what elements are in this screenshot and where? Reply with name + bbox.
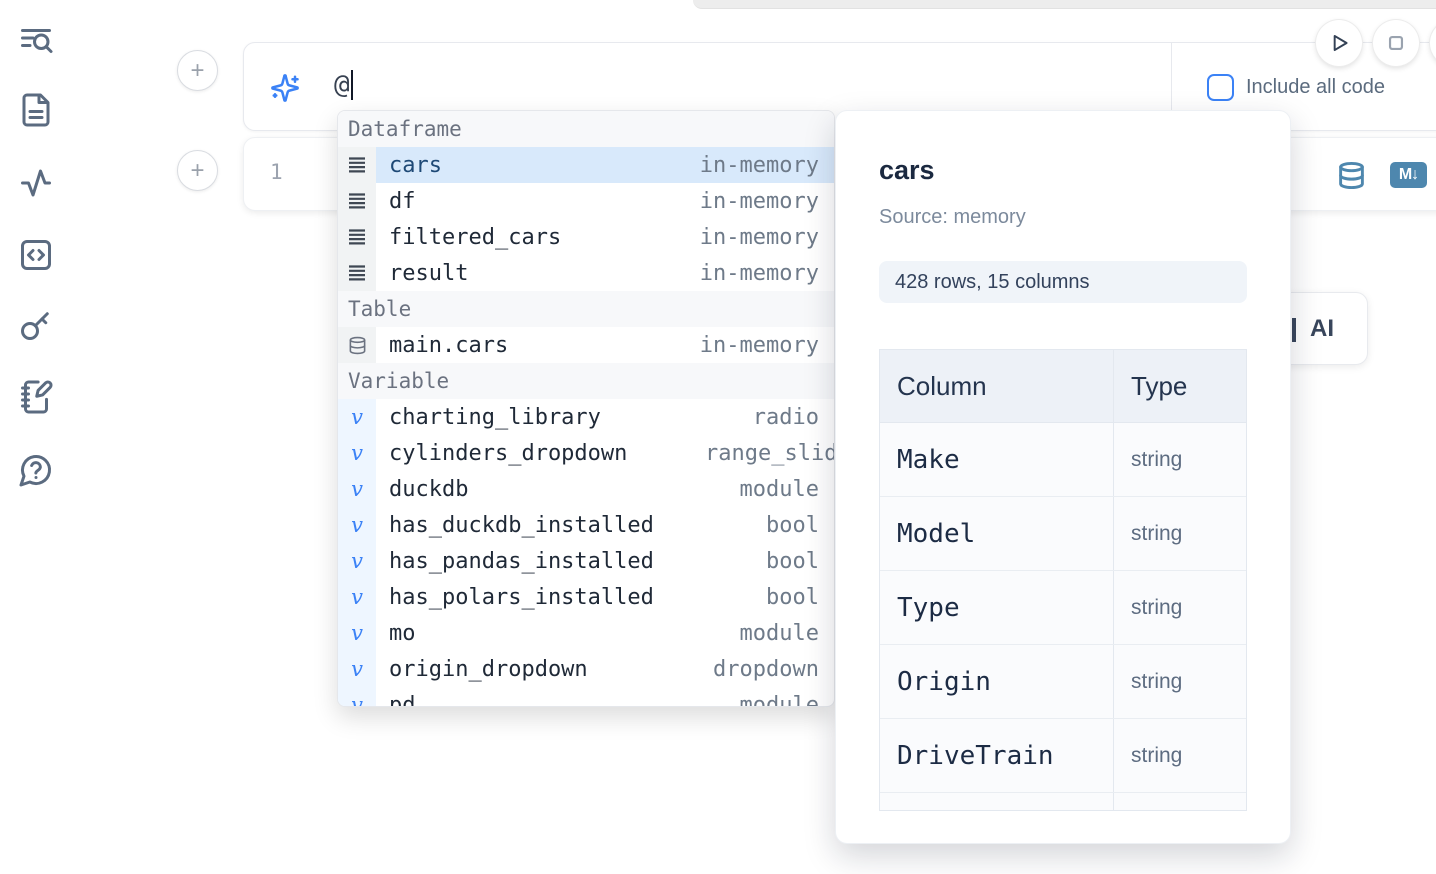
italic-v-icon: v	[338, 471, 376, 507]
autocomplete-item-cars[interactable]: carsin-memory	[338, 147, 834, 183]
preview-title: cars	[879, 155, 935, 186]
autocomplete-item-has-duckdb-installed[interactable]: v has_duckdb_installedbool	[338, 507, 834, 543]
schema-row-model: Model string	[880, 497, 1246, 571]
markdown-convert-icon[interactable]: M↓	[1390, 162, 1427, 188]
prompt-text: @	[334, 70, 350, 100]
italic-v-icon: v	[338, 507, 376, 543]
run-all-button[interactable]	[1316, 20, 1362, 66]
key-icon[interactable]	[18, 307, 54, 343]
help-circle-icon[interactable]	[18, 452, 54, 488]
activity-icon[interactable]	[18, 165, 54, 201]
autocomplete-item-main-cars[interactable]: main.carsin-memory	[338, 327, 834, 363]
section-header-dataframe: Dataframe	[338, 111, 834, 147]
schema-row-make: Make string	[880, 423, 1246, 497]
schema-header-row: Column Type	[880, 350, 1246, 423]
previous-cell-edge	[693, 0, 1436, 9]
italic-v-icon: v	[338, 615, 376, 651]
list-search-icon[interactable]	[18, 23, 54, 59]
schema-row-drivetrain: DriveTrain string	[880, 719, 1246, 793]
play-icon	[1326, 30, 1352, 56]
file-text-icon[interactable]	[18, 92, 54, 128]
stop-icon	[1383, 30, 1409, 56]
autocomplete-item-has-polars-installed[interactable]: v has_polars_installedbool	[338, 579, 834, 615]
rows-icon	[338, 147, 376, 183]
ai-button-label: AI	[1310, 315, 1334, 343]
type-header: Type	[1113, 350, 1246, 422]
schema-row-type: Type string	[880, 571, 1246, 645]
dataframe-preview-popup: cars Source: memory 428 rows, 15 columns…	[835, 110, 1291, 844]
autocomplete-item-filtered-cars[interactable]: filtered_carsin-memory	[338, 219, 834, 255]
autocomplete-item-origin-dropdown[interactable]: v origin_dropdowndropdown	[338, 651, 834, 687]
schema-row-origin: Origin string	[880, 645, 1246, 719]
italic-v-icon: v	[338, 435, 376, 471]
italic-v-icon: v	[338, 399, 376, 435]
add-cell-button-bottom[interactable]: +	[177, 150, 218, 191]
italic-v-icon: v	[338, 687, 376, 707]
rows-icon	[338, 183, 376, 219]
stop-button[interactable]	[1373, 20, 1419, 66]
autocomplete-item-result[interactable]: resultin-memory	[338, 255, 834, 291]
preview-source: Source: memory	[879, 206, 1026, 229]
rows-icon	[338, 255, 376, 291]
database-icon	[338, 327, 376, 363]
section-header-variable: Variable	[338, 363, 834, 399]
add-cell-button-top[interactable]: +	[177, 50, 218, 91]
text-cursor	[351, 70, 353, 100]
autocomplete-item-df[interactable]: dfin-memory	[338, 183, 834, 219]
line-number: 1	[270, 160, 283, 184]
include-all-code-checkbox[interactable]	[1207, 74, 1234, 101]
rows-icon	[338, 219, 376, 255]
ai-prompt-input[interactable]: @	[334, 70, 353, 100]
autocomplete-item-cylinders-dropdown[interactable]: v cylinders_dropdownrange_slider	[338, 435, 834, 471]
autocomplete-item-pd[interactable]: v pdmodule	[338, 687, 834, 707]
notebook-pen-icon[interactable]	[18, 379, 54, 415]
schema-table: Column Type Make string Model string Typ…	[879, 349, 1247, 811]
column-header: Column	[880, 350, 1113, 422]
autocomplete-dropdown: Dataframe carsin-memory dfin-memory filt…	[337, 110, 835, 707]
sparkles-icon	[270, 73, 300, 103]
autocomplete-item-duckdb[interactable]: v duckdbmodule	[338, 471, 834, 507]
marimo-notebook: + + @ Include all code 1	[0, 0, 1436, 874]
database-icon[interactable]	[1337, 161, 1366, 190]
autocomplete-item-mo[interactable]: v momodule	[338, 615, 834, 651]
autocomplete-item-has-pandas-installed[interactable]: v has_pandas_installedbool	[338, 543, 834, 579]
italic-v-icon: v	[338, 543, 376, 579]
include-all-code-label: Include all code	[1246, 76, 1385, 99]
italic-v-icon: v	[338, 651, 376, 687]
shape-badge: 428 rows, 15 columns	[879, 261, 1247, 303]
autocomplete-item-charting-library[interactable]: v charting_libraryradio	[338, 399, 834, 435]
italic-v-icon: v	[338, 579, 376, 615]
clipped-glyph	[1292, 318, 1296, 342]
schema-row-partial	[880, 793, 1246, 811]
code-square-icon[interactable]	[18, 237, 54, 273]
section-header-table: Table	[338, 291, 834, 327]
